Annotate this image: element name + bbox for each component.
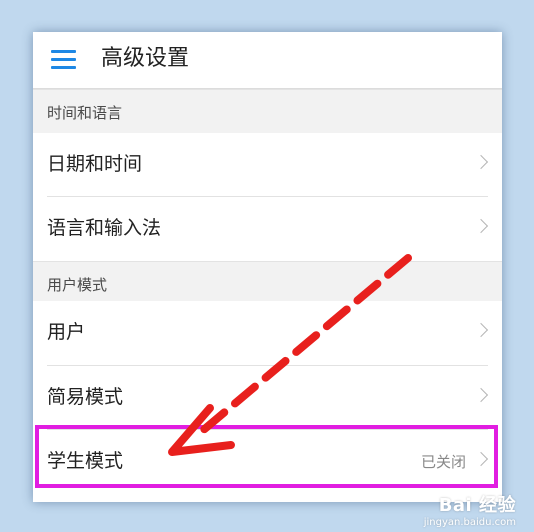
annotation-arrow bbox=[168, 254, 412, 456]
watermark: Bai 经验 jingyan.baidu.com bbox=[424, 491, 516, 528]
watermark-brand: Bai 经验 bbox=[438, 495, 516, 516]
watermark-url: jingyan.baidu.com bbox=[423, 517, 516, 528]
